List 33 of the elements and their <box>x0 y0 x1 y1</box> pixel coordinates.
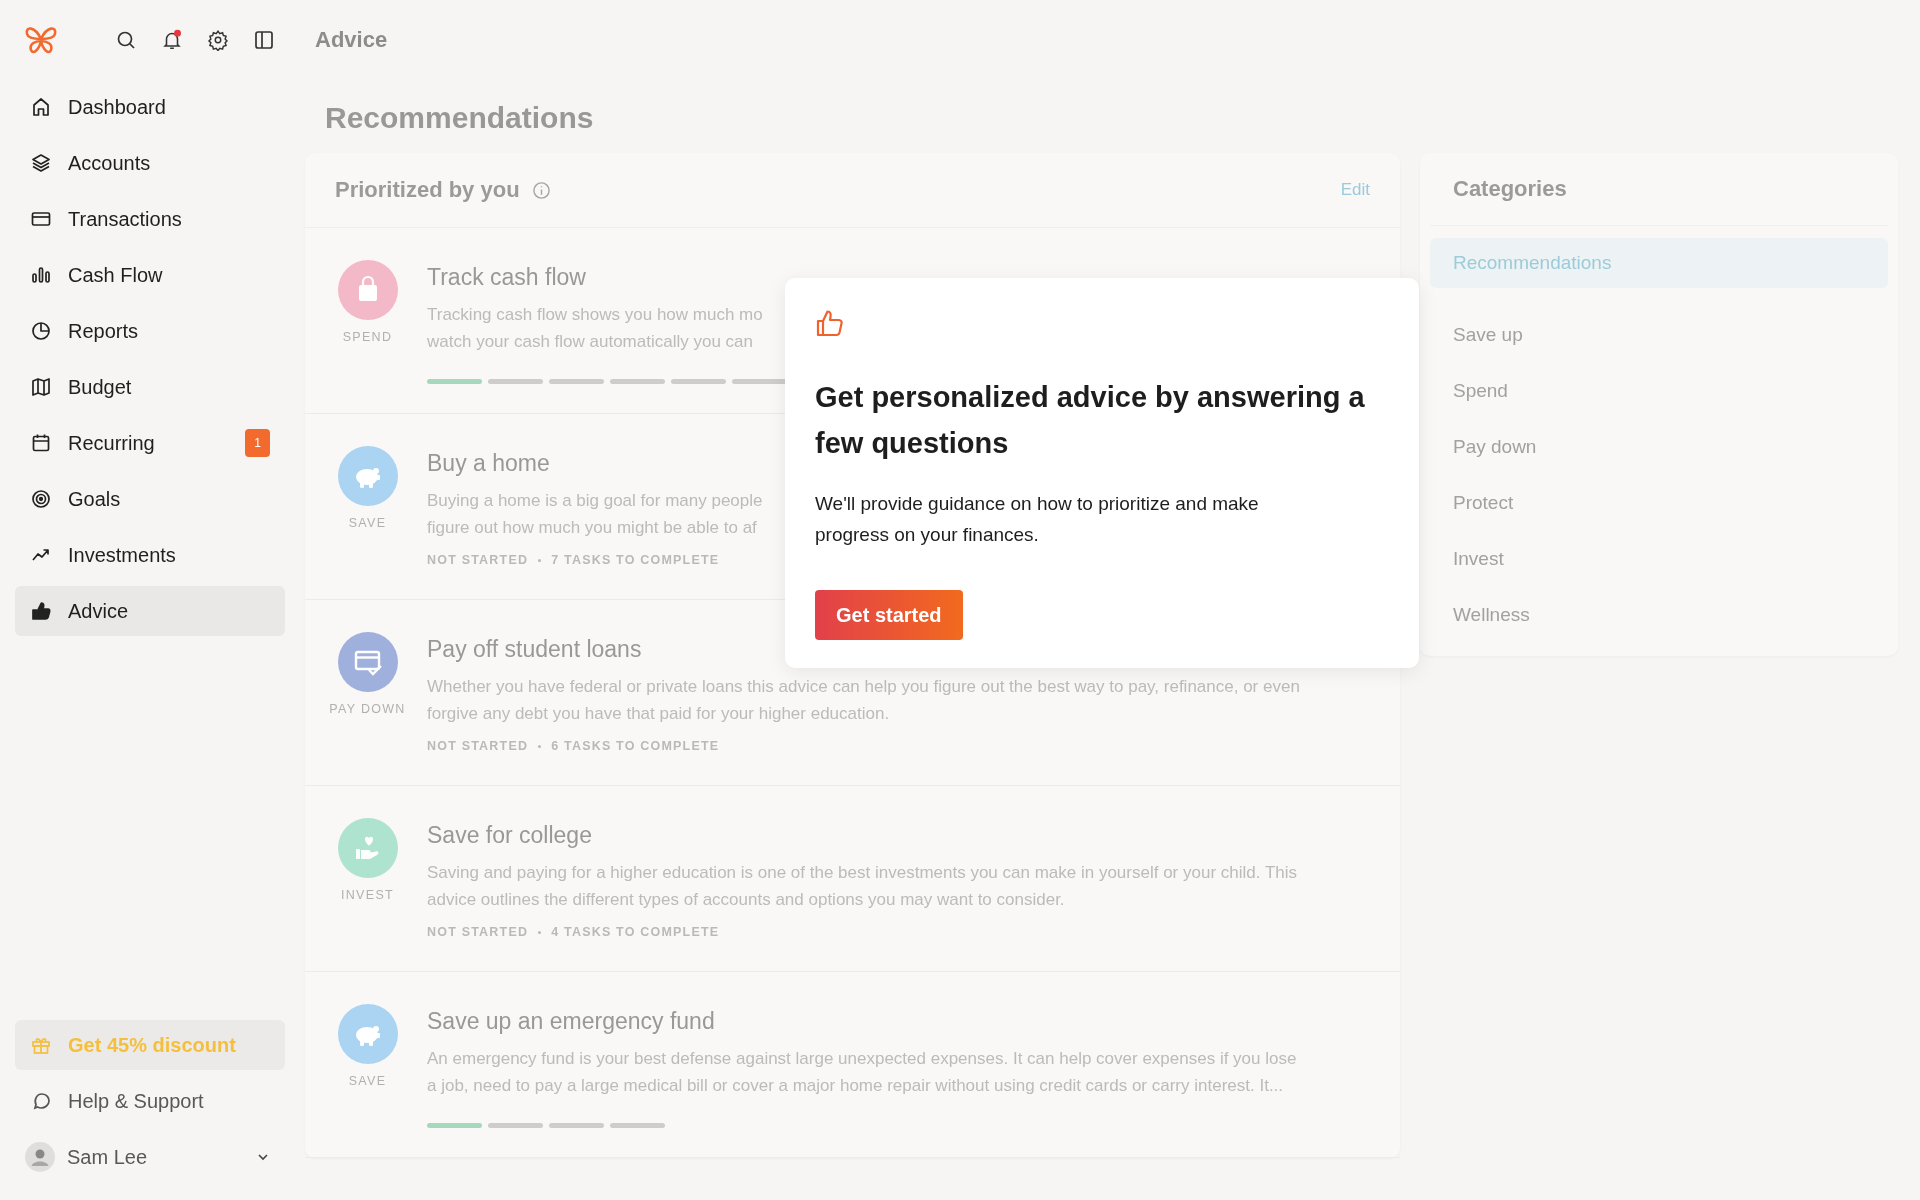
description-line: figure out how much you might be able to af <box>427 517 758 539</box>
category-label: INVEST <box>341 888 394 902</box>
category-label: SAVE <box>348 516 387 530</box>
tasks-count: 4 TASKS TO COMPLETE <box>551 925 720 939</box>
description-line: Whether you have federal or private loans this advice can help you figure out the best way to pay, refinance, or even <box>427 676 1300 698</box>
page-title: Recommendations <box>324 100 595 136</box>
description-line: advice outlines the different types of accounts and options you may want to consider. <box>427 889 1066 911</box>
section-title: Categories <box>1430 153 1888 226</box>
status-label: NOT STARTED <box>427 739 529 753</box>
recommendation-title: Save for college <box>427 822 593 849</box>
recommendation-title: Track cash flow <box>427 264 587 291</box>
tasks-count: 7 TASKS TO COMPLETE <box>551 553 720 567</box>
description-line: Tracking cash flow shows you how much mo <box>427 304 764 326</box>
category-label: SAVE <box>348 1074 387 1088</box>
page-header-title: Advice <box>315 27 388 53</box>
recommendation-title: Pay off student loans <box>427 636 643 663</box>
tasks-count: 6 TASKS TO COMPLETE <box>551 739 720 753</box>
section-title: Prioritized by you <box>335 177 520 203</box>
count-badge: 1 <box>245 429 270 457</box>
category-label: SPEND <box>342 330 393 344</box>
description-line: a job, need to pay a large medical bill or cover a major home repair without using credit cards or carry interest. It... <box>427 1075 1285 1097</box>
recommendation-title: Save up an emergency fund <box>427 1008 716 1035</box>
status-label: NOT STARTED <box>427 553 529 567</box>
description-line: An emergency fund is your best defense against large unexpected expenses. It can help cover expenses if you lose <box>427 1048 1297 1070</box>
description-line: forgive any debt you have that paid for your higher education. <box>427 703 891 725</box>
dialog-text: We'll provide guidance on how to prioritize and make progress on your finances. <box>815 492 1260 547</box>
category-label: PAY DOWN <box>329 702 406 716</box>
description-line: watch your cash flow automatically you can <box>427 331 754 353</box>
description-line: Saving and paying for a higher education is one of the best investments you can make in yourself or your child. This <box>427 862 1297 884</box>
status-label: NOT STARTED <box>427 925 529 939</box>
dialog-heading: Get personalized advice by answering a few questions <box>815 380 1366 461</box>
recommendation-title: Buy a home <box>427 450 551 477</box>
description-line: Buying a home is a big goal for many people <box>427 490 763 512</box>
